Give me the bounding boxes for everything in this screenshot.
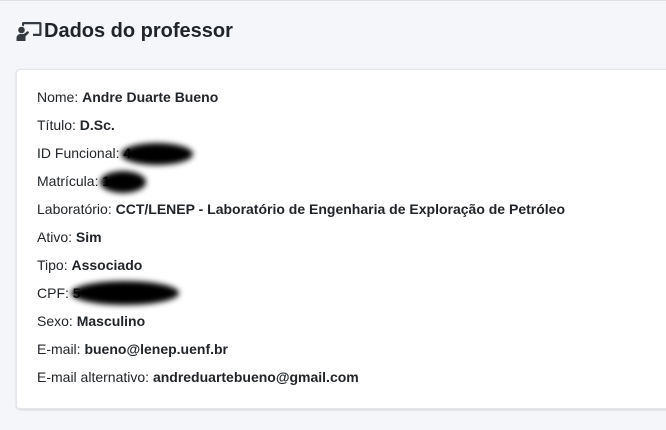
field-email-alternativo: E-mail alternativo: andreduartebueno@gma… — [37, 367, 565, 395]
field-titulo: Título: D.Sc. — [37, 115, 565, 143]
redaction-mark — [71, 281, 179, 305]
field-value: Masculino — [76, 313, 146, 329]
field-label: Laboratório: — [37, 201, 112, 217]
field-sexo: Sexo: Masculino — [37, 311, 565, 339]
field-value: andreduartebueno@gmail.com — [152, 369, 359, 385]
field-label: Matrícula: — [37, 173, 99, 189]
professor-details-card: Nome: Andre Duarte Bueno Título: D.Sc. I… — [16, 69, 666, 409]
professor-field-list: Nome: Andre Duarte Bueno Título: D.Sc. I… — [37, 87, 565, 395]
redaction-mark — [121, 143, 193, 165]
top-divider — [0, 0, 666, 1]
field-label: CPF: — [37, 285, 69, 301]
chalkboard-teacher-icon — [16, 20, 42, 42]
field-value: Sim — [75, 229, 102, 245]
field-label: E-mail alternativo: — [37, 369, 150, 385]
field-value: CCT/LENEP - Laboratório de Engenharia de… — [115, 201, 565, 217]
field-label: E-mail: — [37, 341, 81, 357]
field-value: D.Sc. — [79, 117, 115, 133]
field-label: Sexo: — [37, 313, 73, 329]
redaction-mark — [100, 171, 146, 193]
field-email: E-mail: bueno@lenep.uenf.br — [37, 339, 565, 367]
field-matricula: Matrícula: 1 — [37, 171, 565, 199]
field-label: Título: — [37, 117, 76, 133]
field-nome: Nome: Andre Duarte Bueno — [37, 87, 565, 115]
field-value: Associado — [71, 257, 143, 273]
field-ativo: Ativo: Sim — [37, 227, 565, 255]
field-value: bueno@lenep.uenf.br — [84, 341, 228, 357]
page-title: Dados do professor — [44, 20, 233, 42]
field-cpf: CPF: 5 — [37, 281, 565, 311]
field-id-funcional: ID Funcional: 4 — [37, 143, 565, 171]
field-tipo: Tipo: Associado — [37, 255, 565, 283]
field-label: Tipo: — [37, 257, 68, 273]
field-label: Nome: — [37, 89, 79, 105]
page-header: Dados do professor — [16, 18, 233, 44]
field-label: Ativo: — [37, 229, 73, 245]
field-label: ID Funcional: — [37, 145, 120, 161]
field-laboratorio: Laboratório: CCT/LENEP - Laboratório de … — [37, 199, 565, 227]
field-value: Andre Duarte Bueno — [82, 89, 219, 105]
